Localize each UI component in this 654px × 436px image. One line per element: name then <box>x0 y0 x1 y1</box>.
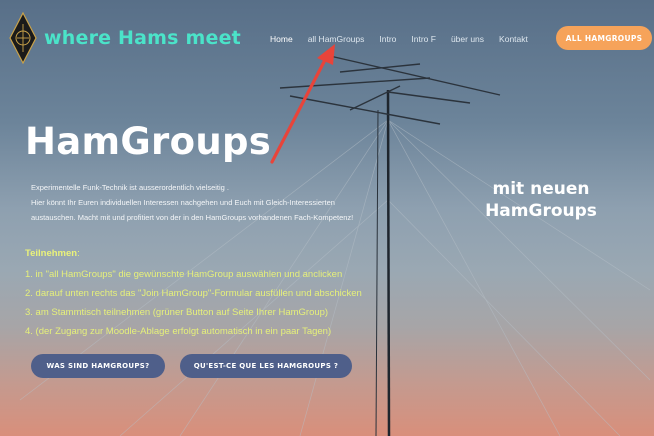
nav-all-hamgroups[interactable]: all HamGroups <box>308 34 365 44</box>
join-heading-label: Teilnehmen <box>25 248 78 259</box>
intro-line: Experimentelle Funk-Technik ist ausseror… <box>31 183 230 192</box>
nav-intro-f[interactable]: Intro F <box>411 34 436 44</box>
what-are-hamgroups-button[interactable]: WAS SIND HAMGROUPS? <box>31 354 165 378</box>
page: where Hams meet Home all HamGroups Intro… <box>0 0 654 436</box>
intro-line: austauschen. Macht mit und profitiert vo… <box>31 213 354 222</box>
join-heading-colon: : <box>77 248 80 259</box>
nav-intro[interactable]: Intro <box>379 34 396 44</box>
diamond-antenna-logo-icon[interactable] <box>9 12 37 64</box>
list-item: 2. darauf unten rechts das "Join HamGrou… <box>25 288 362 299</box>
all-hamgroups-button[interactable]: ALL HAMGROUPS <box>556 26 652 50</box>
nav-kontakt[interactable]: Kontakt <box>499 34 528 44</box>
nav-home[interactable]: Home <box>270 34 293 44</box>
brand-title[interactable]: where Hams meet <box>44 27 241 49</box>
list-item: 1. in "all HamGroups" die gewünschte Ham… <box>25 269 343 280</box>
quest-ce-que-hamgroups-button[interactable]: QU'EST-CE QUE LES HAMGROUPS ? <box>180 354 352 378</box>
join-steps-list: 1. in "all HamGroups" die gewünschte Ham… <box>25 265 362 341</box>
intro-text: Experimentelle Funk-Technik ist ausseror… <box>31 180 451 225</box>
join-heading: Teilnehmen: <box>25 248 80 259</box>
list-item: 3. am Stammtisch teilnehmen (grüner Butt… <box>25 307 329 318</box>
side-slogan-line1: mit neuen <box>492 179 590 199</box>
main-nav: Home all HamGroups Intro Intro F über un… <box>270 34 543 44</box>
side-slogan: mit neuen HamGroups <box>478 178 604 222</box>
nav-ueber-uns[interactable]: über uns <box>451 34 484 44</box>
list-item: 4. (der Zugang zur Moodle-Ablage erfolgt… <box>25 326 332 337</box>
side-slogan-line2: HamGroups <box>485 201 597 221</box>
page-title: HamGroups <box>25 120 272 163</box>
intro-line: Hier könnt Ihr Euren individuellen Inter… <box>31 198 335 207</box>
